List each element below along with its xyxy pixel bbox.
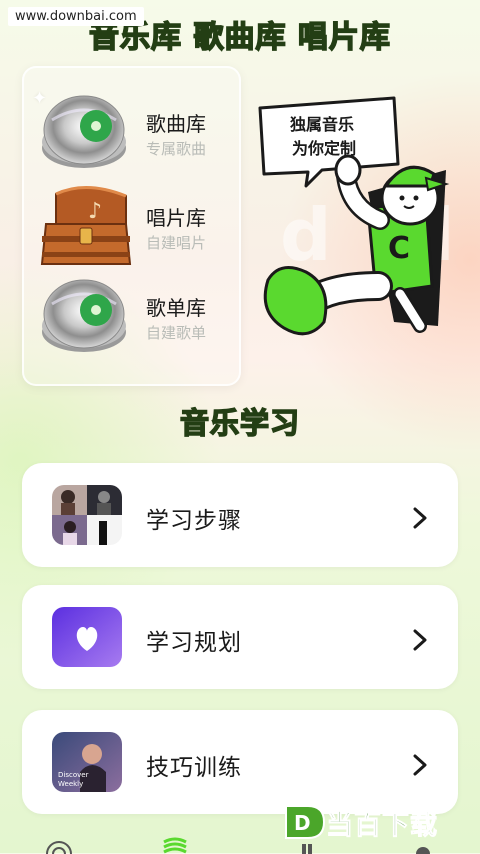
wave-icon[interactable] (160, 834, 190, 854)
library-label: 歌单库 (146, 296, 206, 320)
bubble-line-1: 独属音乐 (290, 115, 354, 134)
vinyl-disc-icon (42, 279, 126, 352)
watermark-text: 当百下载 (326, 810, 438, 842)
library-label: 歌曲库 (146, 112, 206, 136)
section-title: 音乐学习 (179, 405, 300, 441)
vinyl-disc-icon (42, 95, 126, 168)
mascot-illustration: d l 独属音乐 为你定制 C (258, 96, 455, 336)
cover-text-2: Weekly (58, 780, 83, 788)
svg-text:♪: ♪ (88, 199, 102, 224)
card-learning-steps[interactable]: 学习步骤 (22, 463, 458, 567)
chevron-right-icon (413, 629, 427, 651)
library-item-playlists[interactable]: 歌单库 自建歌单 (34, 274, 234, 360)
library-subtitle: 专属歌曲 (146, 140, 207, 158)
site-watermark: www.downbai.com (8, 7, 144, 26)
card-skill-training[interactable]: Discover Weekly 技巧训练 (22, 710, 458, 814)
discover-weekly-cover-icon: Discover Weekly (52, 732, 122, 792)
heart-icon (52, 607, 122, 667)
library-subtitle: 自建唱片 (146, 234, 207, 252)
card-label: 技巧训练 (146, 755, 242, 781)
card-label: 学习步骤 (146, 508, 242, 534)
photo-collage-icon (52, 485, 122, 545)
library-item-songs[interactable]: 歌曲库 专属歌曲 (34, 90, 234, 176)
shirt-letter: C (388, 231, 410, 266)
svg-text:d: d (280, 193, 332, 277)
treasure-chest-icon: ♪ (40, 185, 132, 265)
watermark-logo-letter: D (294, 811, 311, 835)
card-label: 学习规划 (146, 630, 242, 656)
chevron-right-icon (413, 507, 427, 529)
chevron-right-icon (413, 754, 427, 776)
library-subtitle: 自建歌单 (146, 324, 207, 342)
card-learning-plan[interactable]: 学习规划 (22, 585, 458, 689)
library-label: 唱片库 (146, 206, 206, 230)
library-item-records[interactable]: ♪ 唱片库 自建唱片 (34, 184, 234, 270)
cover-text-1: Discover (58, 771, 89, 779)
record-icon[interactable] (44, 834, 74, 854)
